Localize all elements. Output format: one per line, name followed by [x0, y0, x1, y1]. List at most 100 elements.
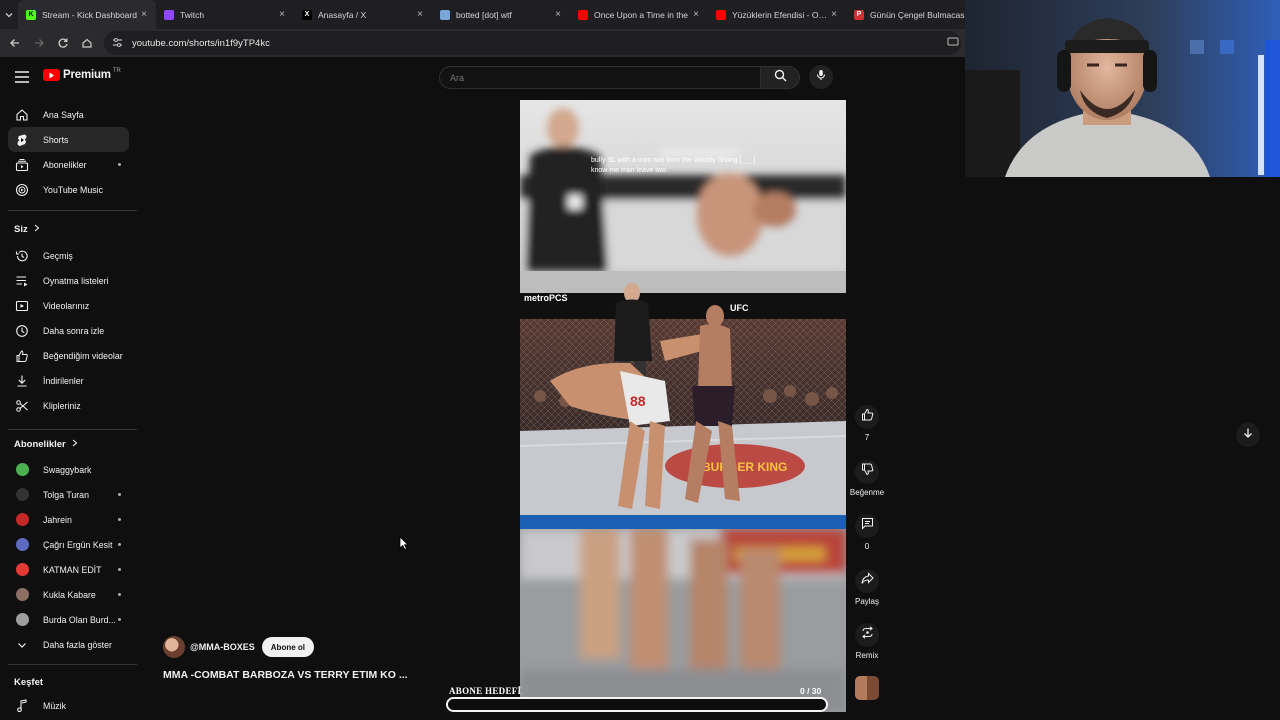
sidebar-item-shorts[interactable]: Shorts: [8, 127, 129, 152]
close-tab-icon[interactable]: ×: [138, 9, 150, 20]
browser-address-bar: youtube.com/shorts/in1f9yTP4kc: [0, 29, 965, 57]
sidebar-item-label: Çağrı Ergün Kesit: [43, 539, 113, 550]
short-title[interactable]: MMA -COMBAT BARBOZA VS TERRY ETIM KO ...: [163, 669, 408, 681]
channel-name[interactable]: @MMA-BOXES: [190, 642, 255, 652]
video-subtitle-caption: bully SL with a man two from the Woody S…: [591, 157, 756, 174]
bot-icon: [440, 9, 450, 20]
tab-title: Günün Çengel Bulmacası: [870, 9, 967, 20]
svg-text:BURGER KING: BURGER KING: [702, 460, 787, 474]
tab-title: Stream - Kick Dashboard: [42, 9, 137, 20]
back-arrow-icon[interactable]: [3, 31, 27, 55]
sidebar-item-downloads[interactable]: İndirilenler: [8, 368, 129, 393]
share-action: Paylaş: [849, 569, 885, 606]
sidebar-item-liked[interactable]: Beğendiğim videolar: [8, 343, 129, 368]
browser-tab[interactable]: P Günün Çengel Bulmacası: [846, 0, 984, 29]
new-content-dot: [118, 518, 121, 521]
home-button-icon[interactable]: [75, 31, 99, 55]
sidebar-item-subscriptions[interactable]: Abonelikler: [8, 152, 129, 177]
cast-icon[interactable]: [947, 36, 959, 51]
sidebar-item-your-videos[interactable]: Videolarınız: [8, 293, 129, 318]
sidebar-subscription-channel[interactable]: KATMAN EDİT: [8, 557, 129, 582]
tab-title: Once Upon a Time in the: [594, 9, 689, 20]
sidebar-subscription-channel[interactable]: Tolga Turan: [8, 482, 129, 507]
sidebar-item-home[interactable]: Ana Sayfa: [8, 102, 129, 127]
twitch-icon: [164, 9, 174, 20]
like-button[interactable]: [855, 405, 879, 429]
section-title: Siz: [14, 224, 28, 235]
sidebar-item-music[interactable]: Müzik: [8, 693, 129, 718]
sidebar-subscription-channel[interactable]: Jahrein: [8, 507, 129, 532]
video-frame-main: metroPCS UFC BURGER KING 88: [520, 271, 846, 529]
short-video-player[interactable]: metroPCS UFC BURGER KING 88: [520, 100, 846, 712]
section-title: Keşfet: [14, 677, 44, 688]
sidebar-item-label: Shorts: [43, 134, 69, 145]
sidebar-divider: [8, 210, 137, 211]
site-info-icon[interactable]: [112, 37, 126, 50]
browser-tab[interactable]: Once Upon a Time in the ×: [570, 0, 708, 29]
tab-search-chevron-icon[interactable]: [4, 3, 14, 27]
close-tab-icon[interactable]: ×: [690, 9, 702, 20]
sidebar-explore-header[interactable]: Keşfet: [14, 677, 43, 688]
section-title: Abonelikler: [14, 439, 66, 450]
browser-tab[interactable]: botted [dot] wtf ×: [432, 0, 570, 29]
remix-button[interactable]: [855, 623, 879, 647]
show-more-button[interactable]: Daha fazla göster: [8, 632, 129, 657]
dislike-button[interactable]: [855, 460, 879, 484]
comments-button[interactable]: [855, 514, 879, 538]
browser-tab[interactable]: Twitch ×: [156, 0, 294, 29]
watch-later-icon: [14, 323, 30, 339]
search-button[interactable]: [761, 66, 800, 89]
reload-icon[interactable]: [51, 31, 75, 55]
browser-tab[interactable]: Yüzüklerin Efendisi - Orta ×: [708, 0, 846, 29]
search-input[interactable]: [439, 66, 761, 89]
share-button[interactable]: [855, 569, 879, 593]
share-arrow-icon: [861, 572, 874, 590]
channel-avatar[interactable]: [163, 636, 185, 658]
new-content-dot: [118, 568, 121, 571]
close-tab-icon[interactable]: ×: [552, 9, 564, 20]
youtube-icon: [578, 9, 588, 20]
svg-text:UFC: UFC: [730, 303, 749, 313]
close-tab-icon[interactable]: ×: [276, 9, 288, 20]
subscribe-button[interactable]: Abone ol: [261, 637, 314, 657]
tab-title: Yüzüklerin Efendisi - Orta: [732, 9, 828, 20]
sidebar-subscription-channel[interactable]: Kukla Kabare: [8, 582, 129, 607]
playlists-icon: [14, 273, 30, 289]
sidebar-item-label: Beğendiğim videolar: [43, 350, 123, 361]
sidebar-subscription-channel[interactable]: Çağrı Ergün Kesit: [8, 532, 129, 557]
sidebar-item-history[interactable]: Geçmiş: [8, 243, 129, 268]
subscriptions-icon: [14, 157, 30, 173]
sidebar-item-label: Müzik: [43, 700, 66, 711]
browser-tab[interactable]: K Stream - Kick Dashboard ×: [18, 0, 156, 29]
sidebar-subscriptions-header[interactable]: Abonelikler: [14, 439, 78, 450]
url-field[interactable]: youtube.com/shorts/in1f9yTP4kc: [104, 31, 961, 55]
sidebar-divider: [8, 664, 137, 665]
sidebar-item-label: Oynatma listeleri: [43, 275, 109, 286]
sidebar-you-header[interactable]: Siz: [14, 224, 40, 235]
comment-icon: [861, 517, 874, 535]
voice-search-button[interactable]: [809, 65, 833, 89]
browser-tab[interactable]: X Anasayfa / X ×: [294, 0, 432, 29]
sidebar-subscription-channel[interactable]: Swaggybark: [8, 457, 129, 482]
next-short-button[interactable]: [1236, 423, 1260, 447]
sound-source-thumbnail[interactable]: [855, 676, 879, 700]
sidebar-subscription-channel[interactable]: Burda Olan Burd...: [8, 607, 129, 632]
sidebar-item-watch-later[interactable]: Daha sonra izle: [8, 318, 129, 343]
close-tab-icon[interactable]: ×: [414, 9, 426, 20]
channel-avatar: [14, 587, 30, 603]
close-tab-icon[interactable]: ×: [828, 9, 840, 20]
channel-avatar: [14, 537, 30, 553]
sidebar-item-playlists[interactable]: Oynatma listeleri: [8, 268, 129, 293]
sidebar-item-clips[interactable]: Klipleriniz: [8, 393, 129, 418]
url-text: youtube.com/shorts/in1f9yTP4kc: [132, 37, 270, 49]
new-content-dot: [118, 543, 121, 546]
home-icon: [14, 107, 30, 123]
forward-arrow-icon[interactable]: [27, 31, 51, 55]
sidebar-item-label: YouTube Music: [43, 184, 103, 195]
search-box: [439, 66, 800, 89]
video-frame-bottom: [520, 529, 846, 712]
kick-icon: K: [26, 9, 36, 20]
sidebar-item-label: Abonelikler: [43, 159, 87, 170]
p-icon: P: [854, 9, 864, 20]
sidebar-item-music-circle[interactable]: YouTube Music: [8, 177, 129, 202]
